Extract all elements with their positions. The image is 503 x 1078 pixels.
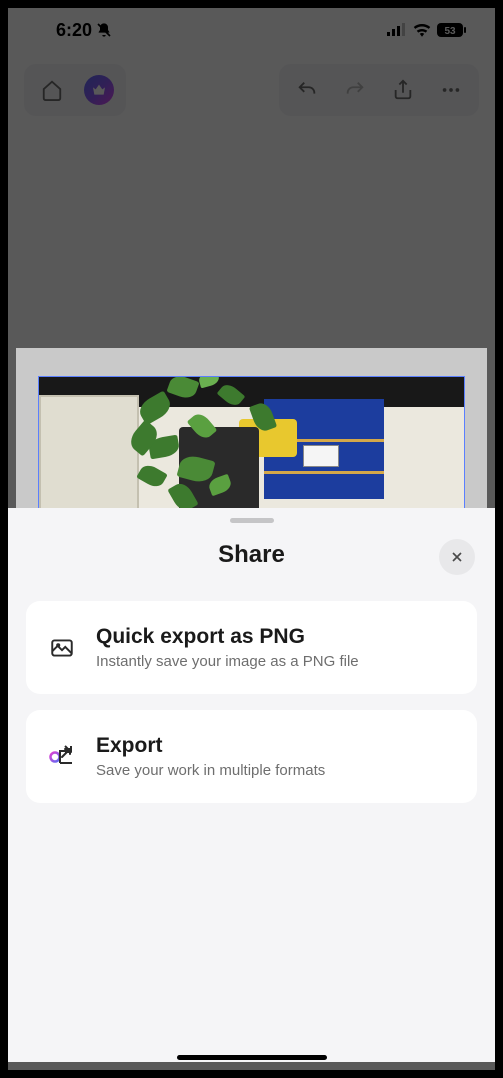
export-option[interactable]: Export Save your work in multiple format… (26, 710, 477, 803)
share-sheet: Share Quick export as PNG (8, 508, 495, 1062)
option-description: Save your work in multiple formats (96, 762, 455, 779)
home-indicator[interactable] (177, 1055, 327, 1060)
export-icon (48, 743, 76, 771)
sheet-grabber[interactable] (230, 518, 274, 523)
option-title: Export (96, 734, 455, 758)
option-description: Instantly save your image as a PNG file (96, 653, 455, 670)
option-title: Quick export as PNG (96, 625, 455, 649)
quick-export-png-option[interactable]: Quick export as PNG Instantly save your … (26, 601, 477, 694)
close-button[interactable] (439, 539, 475, 575)
close-icon (449, 549, 465, 565)
image-icon (49, 635, 75, 661)
sheet-title: Share (26, 541, 477, 569)
